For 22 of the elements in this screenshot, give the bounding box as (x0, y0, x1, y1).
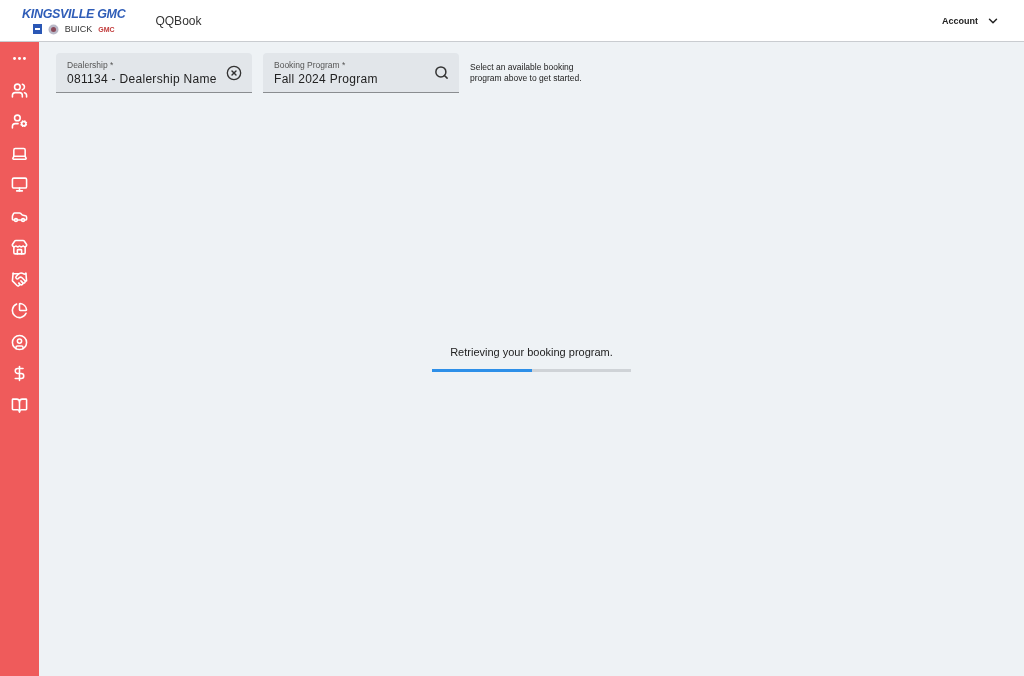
dealer-logo-text: KINGSVILLE GMC (22, 6, 126, 21)
app-title: QQBook (155, 13, 202, 28)
select-field[interactable]: Dealership * 081134 - Dealership Name (56, 53, 252, 93)
clear-button[interactable] (226, 64, 242, 81)
people-icon[interactable] (11, 81, 28, 99)
handshake-icon[interactable] (11, 270, 28, 288)
field-value: 081134 - Dealership Name (67, 71, 218, 86)
user-circle-icon[interactable] (11, 333, 28, 351)
field-label: Booking Program * (274, 59, 347, 70)
field-label: Dealership * (67, 59, 115, 70)
select-field[interactable]: Booking Program * Fall 2024 Program (263, 53, 459, 93)
monitor-icon[interactable] (11, 176, 28, 193)
hint-text: Select an available booking program above to get started. (470, 62, 583, 84)
brand-name: BUICK (64, 24, 93, 34)
field-value: Fall 2024 Program (274, 71, 379, 86)
book-icon[interactable] (11, 396, 28, 414)
search-button[interactable] (434, 65, 449, 80)
user-gear-icon[interactable] (11, 113, 28, 130)
loading-message: Retrieving your booking program. (450, 346, 613, 358)
store-icon[interactable] (11, 239, 28, 256)
account-menu[interactable]: Account (942, 13, 1000, 28)
pie-chart-icon[interactable] (11, 302, 28, 319)
